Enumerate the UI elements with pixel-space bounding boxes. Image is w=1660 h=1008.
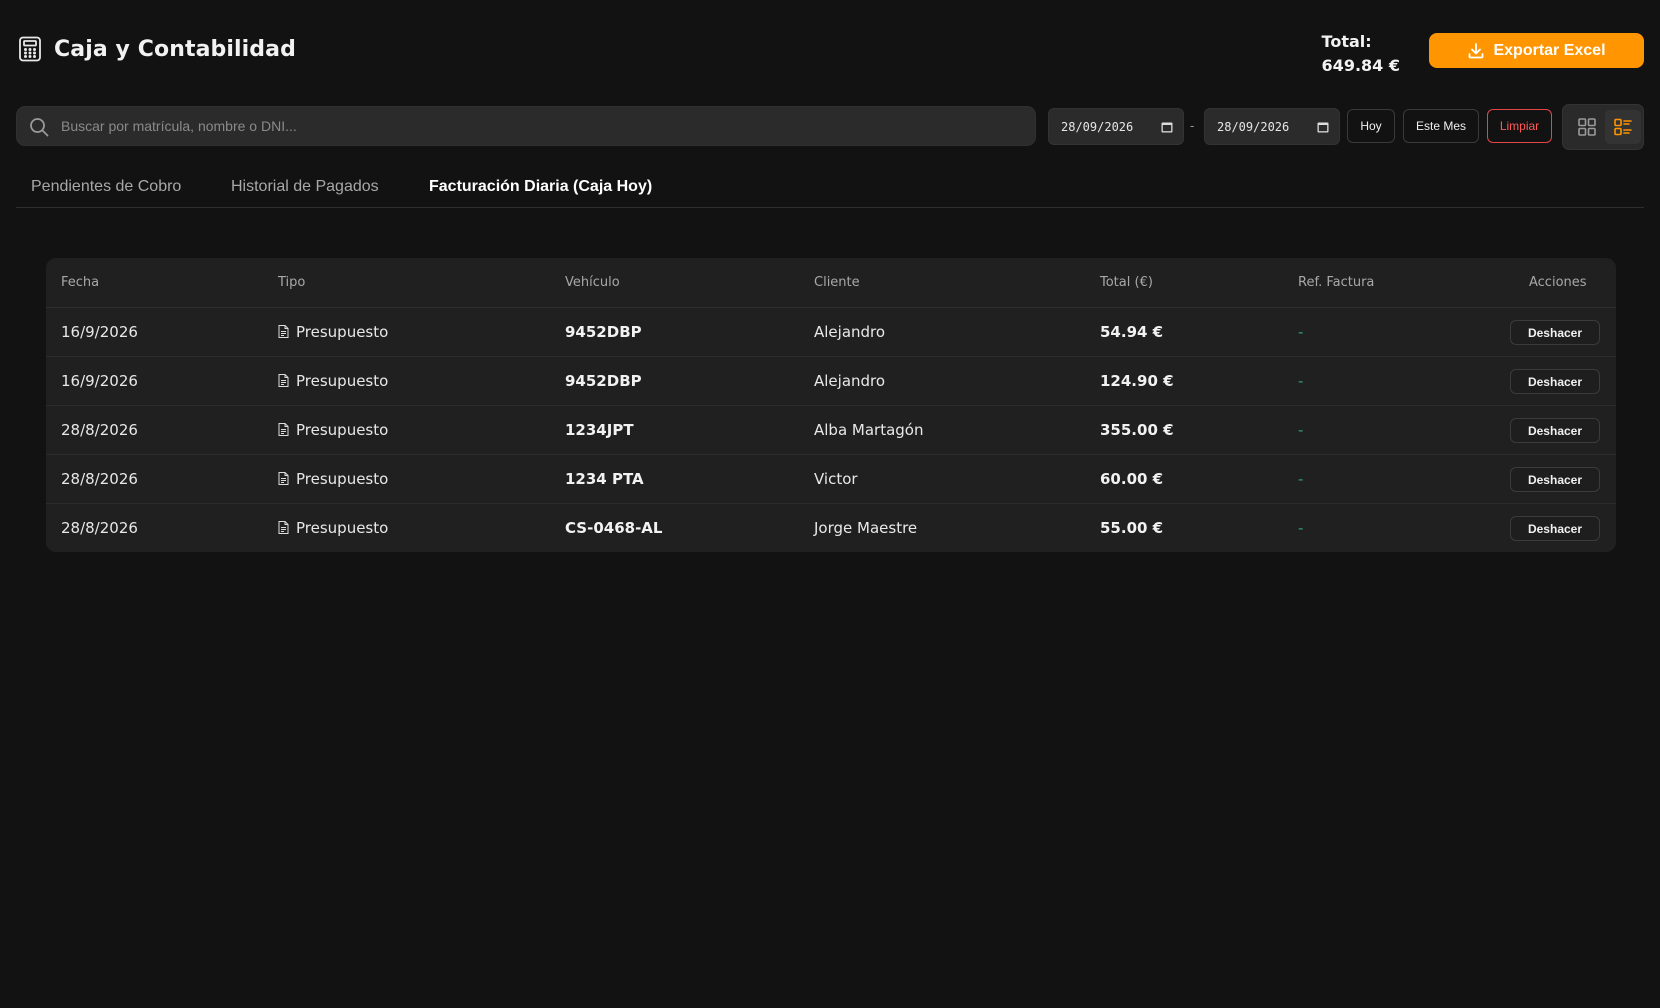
cell-ref-factura: - <box>1298 323 1304 341</box>
table-row: 16/9/2026 Presupuesto 9452DBP Alejandro … <box>46 308 1616 357</box>
billing-table: Fecha Tipo Vehículo Cliente Total (€) Re… <box>46 258 1616 552</box>
cell-tipo: Presupuesto <box>278 470 388 488</box>
tab-pendientes-de-cobro[interactable]: Pendientes de Cobro <box>31 178 181 196</box>
cell-tipo-label: Presupuesto <box>296 372 389 390</box>
cell-cliente: Alba Martagón <box>814 421 924 439</box>
table-row: 28/8/2026 Presupuesto 1234 PTA Victor 60… <box>46 455 1616 504</box>
total-summary: Total: 649.84 € <box>1322 30 1400 78</box>
cell-ref-factura: - <box>1298 470 1304 488</box>
cell-total: 355.00 € <box>1100 421 1174 439</box>
clear-filters-button[interactable]: Limpiar <box>1487 109 1552 143</box>
total-label: Total: <box>1321 32 1372 51</box>
cell-fecha: 28/8/2026 <box>61 421 138 439</box>
view-toggle <box>1562 104 1644 150</box>
cell-fecha: 16/9/2026 <box>61 372 138 390</box>
total-value: 649.84 € <box>1321 56 1400 75</box>
document-icon <box>278 521 289 534</box>
cell-tipo: Presupuesto <box>278 323 388 341</box>
undo-button[interactable]: Deshacer <box>1510 369 1600 394</box>
today-button[interactable]: Hoy <box>1347 109 1395 143</box>
title-group: Caja y Contabilidad <box>18 36 296 62</box>
cell-total: 60.00 € <box>1100 470 1164 488</box>
tab-facturacion-diaria[interactable]: Facturación Diaria (Caja Hoy) <box>429 178 652 196</box>
column-header-tipo: Tipo <box>278 275 306 290</box>
column-header-vehiculo: Vehículo <box>565 275 620 290</box>
filter-toolbar: 28/09/2026 - 28/09/2026 Hoy Este Mes Lim… <box>16 104 1644 150</box>
date-separator: - <box>1190 118 1195 133</box>
cell-total: 124.90 € <box>1100 372 1174 390</box>
document-icon <box>278 472 289 485</box>
this-month-button[interactable]: Este Mes <box>1403 109 1479 143</box>
calculator-icon <box>18 36 42 62</box>
grid-icon <box>1578 118 1596 136</box>
table-header: Fecha Tipo Vehículo Cliente Total (€) Re… <box>46 258 1616 308</box>
cell-tipo-label: Presupuesto <box>296 519 389 537</box>
cell-tipo: Presupuesto <box>278 372 388 390</box>
page-title: Caja y Contabilidad <box>54 36 296 62</box>
undo-button[interactable]: Deshacer <box>1510 418 1600 443</box>
undo-button[interactable]: Deshacer <box>1510 516 1600 541</box>
cell-tipo-label: Presupuesto <box>296 470 389 488</box>
document-icon <box>278 374 289 387</box>
cell-ref-factura: - <box>1298 519 1304 537</box>
undo-button[interactable]: Deshacer <box>1510 467 1600 492</box>
export-excel-button[interactable]: Exportar Excel <box>1429 33 1644 68</box>
list-view-button[interactable] <box>1605 110 1641 144</box>
document-icon <box>278 325 289 338</box>
cell-cliente: Alejandro <box>814 372 886 390</box>
calendar-icon[interactable] <box>1161 121 1173 133</box>
date-to-input[interactable]: 28/09/2026 <box>1204 108 1340 145</box>
cell-vehiculo: 1234 PTA <box>565 470 644 488</box>
export-excel-label: Exportar Excel <box>1493 41 1606 59</box>
cell-vehiculo: 1234JPT <box>565 421 634 439</box>
column-header-ref-factura: Ref. Factura <box>1298 275 1375 290</box>
column-header-acciones: Acciones <box>1529 275 1587 290</box>
table-row: 28/8/2026 Presupuesto CS-0468-AL Jorge M… <box>46 504 1616 552</box>
search-box <box>16 106 1036 146</box>
cell-vehiculo: 9452DBP <box>565 323 642 341</box>
cell-vehiculo: 9452DBP <box>565 372 642 390</box>
cell-vehiculo: CS-0468-AL <box>565 519 663 537</box>
cell-cliente: Alejandro <box>814 323 886 341</box>
table-row: 16/9/2026 Presupuesto 9452DBP Alejandro … <box>46 357 1616 406</box>
column-header-cliente: Cliente <box>814 275 860 290</box>
date-from-input[interactable]: 28/09/2026 <box>1048 108 1184 145</box>
date-from-value: 28/09/2026 <box>1061 119 1134 134</box>
list-icon <box>1614 118 1632 136</box>
cell-fecha: 28/8/2026 <box>61 470 138 488</box>
search-icon <box>30 118 49 137</box>
table-row: 28/8/2026 Presupuesto 1234JPT Alba Marta… <box>46 406 1616 455</box>
column-header-fecha: Fecha <box>61 275 100 290</box>
cell-total: 55.00 € <box>1100 519 1164 537</box>
cell-ref-factura: - <box>1298 421 1304 439</box>
cell-total: 54.94 € <box>1100 323 1164 341</box>
cell-tipo-label: Presupuesto <box>296 323 389 341</box>
cell-cliente: Victor <box>814 470 858 488</box>
cell-tipo-label: Presupuesto <box>296 421 389 439</box>
date-to-value: 28/09/2026 <box>1217 119 1290 134</box>
cell-fecha: 16/9/2026 <box>61 323 138 341</box>
document-icon <box>278 423 289 436</box>
download-icon <box>1469 42 1484 58</box>
tab-bar: Pendientes de Cobro Historial de Pagados… <box>16 172 1644 208</box>
grid-view-button[interactable] <box>1569 110 1605 144</box>
cell-fecha: 28/8/2026 <box>61 519 138 537</box>
column-header-total: Total (€) <box>1100 275 1153 290</box>
cell-tipo: Presupuesto <box>278 421 388 439</box>
undo-button[interactable]: Deshacer <box>1510 320 1600 345</box>
search-input[interactable] <box>61 107 1021 145</box>
cell-tipo: Presupuesto <box>278 519 388 537</box>
cell-cliente: Jorge Maestre <box>814 519 918 537</box>
tab-historial-de-pagados[interactable]: Historial de Pagados <box>231 178 379 196</box>
page-header: Caja y Contabilidad Total: 649.84 € Expo… <box>16 26 1644 78</box>
calendar-icon[interactable] <box>1317 121 1329 133</box>
cell-ref-factura: - <box>1298 372 1304 390</box>
